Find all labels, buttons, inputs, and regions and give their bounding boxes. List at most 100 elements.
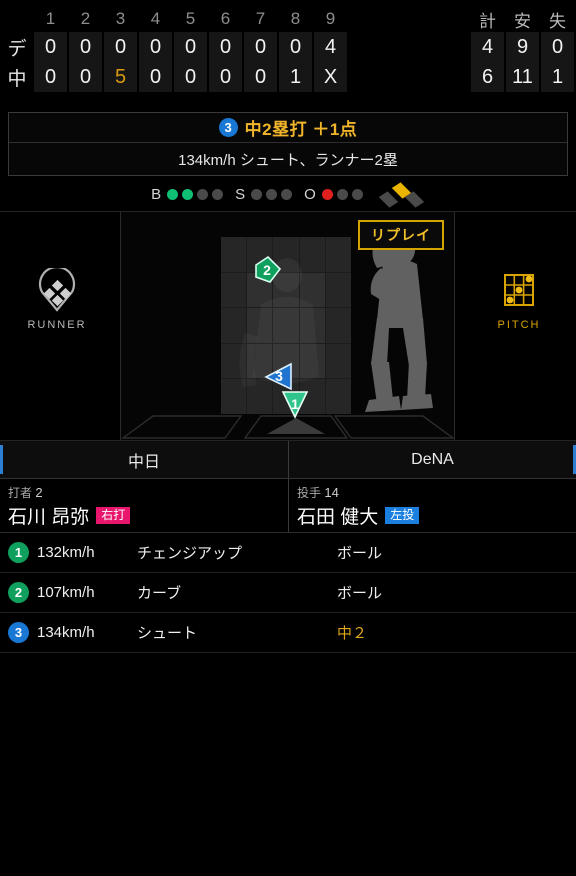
pitch-log-row[interactable]: 2 107km/h カーブ ボール	[0, 573, 576, 613]
batter-role-row: 打者 2	[8, 484, 280, 501]
first-base-indicator	[404, 191, 425, 208]
pitch-log-row[interactable]: 3 134km/h シュート 中２	[0, 613, 576, 653]
score-home-1: 0	[34, 62, 67, 92]
score-away-1: 0	[34, 32, 67, 62]
strike-label: S	[235, 185, 246, 203]
strike-dot-3	[281, 188, 293, 200]
pitch-button-label: PITCH	[497, 319, 541, 331]
pitch-log-number: 2	[8, 582, 29, 603]
event-detail: 134km/h シュート、ランナー2塁	[178, 151, 398, 169]
strike-dot-2	[266, 188, 278, 200]
hits-home: 11	[506, 62, 539, 92]
tab-home-team-label: 中日	[127, 453, 160, 471]
pitcher-name: 石田 健大	[297, 507, 379, 528]
pitch-grid-icon	[504, 274, 534, 306]
score-away-8: 0	[279, 32, 312, 62]
pitch-log-number: 1	[8, 542, 29, 563]
strike-count-group: S	[235, 185, 293, 203]
zone-cell-strike	[247, 308, 273, 343]
pitch-log-result: ボール	[337, 585, 383, 602]
pitch-marker-3[interactable]: 3	[264, 361, 294, 391]
score-home-4: 0	[139, 62, 172, 92]
errors-away: 0	[541, 32, 574, 62]
out-dot-2	[336, 188, 348, 200]
score-away-4: 0	[139, 32, 172, 62]
score-away-5: 0	[174, 32, 207, 62]
tab-home-team[interactable]: 中日	[0, 441, 288, 478]
scoreboard-row-home: 中 0 0 5 0 0 0 0 1 X 6 11 1	[0, 62, 576, 92]
errors-home: 1	[541, 62, 574, 92]
batter-panel[interactable]: 打者 2 石川 昂弥 右打	[0, 479, 288, 532]
pitch-view-button[interactable]: PITCH	[464, 268, 574, 331]
inning-header-9: 9	[325, 9, 336, 28]
hits-header: 安	[514, 11, 531, 31]
score-home-7: 0	[244, 62, 277, 92]
pitch-marker-2-label: 2	[263, 262, 271, 278]
zone-cell	[221, 308, 247, 343]
ball-dot-1	[167, 188, 179, 200]
pitch-marker-1[interactable]: 1	[280, 389, 310, 419]
batter-name: 石川 昂弥	[8, 507, 90, 528]
score-home-8: 1	[279, 62, 312, 92]
team-abbr-away: デ	[7, 38, 27, 60]
pitcher-panel[interactable]: 投手 14 石田 健大 左投	[288, 479, 576, 532]
pitch-log: 1 132km/h チェンジアップ ボール 2 107km/h カーブ ボール …	[0, 533, 576, 653]
score-home-2: 0	[69, 62, 102, 92]
third-base-indicator	[378, 191, 399, 208]
inning-header-7: 7	[255, 9, 266, 28]
score-home-6: 0	[209, 62, 242, 92]
tab-away-team[interactable]: DeNA	[288, 441, 576, 478]
runner-icon	[38, 268, 76, 312]
ball-label: B	[151, 185, 162, 203]
pitch-log-speed: 107km/h	[37, 584, 95, 601]
pitch-view: RUNNER PITCH 1 2 3 リプレイ	[0, 211, 576, 441]
ball-dot-3	[197, 188, 209, 200]
score-away-3: 0	[104, 32, 137, 62]
team-tabs: 中日 DeNA	[0, 441, 576, 479]
zone-cell-strike	[299, 308, 325, 343]
runner-view-button[interactable]: RUNNER	[2, 268, 112, 331]
batter-role-label: 打者	[8, 486, 33, 500]
count-strip: B S O	[0, 179, 576, 209]
zone-cell	[221, 379, 247, 414]
tab-home-accent	[0, 445, 3, 474]
pitcher-name-row: 石田 健大 左投	[297, 502, 568, 529]
zone-cell-strike	[273, 308, 299, 343]
inning-header-5: 5	[185, 9, 196, 28]
ball-dot-4	[212, 188, 224, 200]
replay-button[interactable]: リプレイ	[358, 220, 444, 250]
base-diamond-icon	[378, 182, 425, 208]
ball-count-group: B	[151, 185, 224, 203]
batter-silhouette	[365, 224, 433, 412]
pitch-log-type: チェンジアップ	[137, 545, 243, 562]
errors-header: 失	[549, 11, 566, 31]
inning-header-8: 8	[290, 9, 301, 28]
tab-away-team-label: DeNA	[411, 450, 454, 468]
out-label: O	[304, 185, 316, 203]
scoreboard-header-row: 1 2 3 4 5 6 7 8 9 計 安 失	[0, 6, 576, 32]
score-home-9: X	[314, 62, 347, 92]
pitch-marker-1-label: 1	[291, 396, 299, 412]
inning-header-6: 6	[220, 9, 231, 28]
pitch-log-row[interactable]: 1 132km/h チェンジアップ ボール	[0, 533, 576, 573]
pitch-log-speed: 134km/h	[37, 624, 95, 641]
score-away-9: 4	[314, 32, 347, 62]
hits-away: 9	[506, 32, 539, 62]
pitcher-number: 14	[324, 485, 339, 500]
score-home-5: 0	[174, 62, 207, 92]
ball-dot-2	[182, 188, 194, 200]
zone-cell	[299, 237, 325, 272]
batter-hand-badge: 右打	[96, 507, 131, 524]
pitch-log-type: シュート	[137, 625, 198, 642]
pitch-zone-stage[interactable]: 1 2 3 リプレイ	[120, 212, 455, 440]
out-count-group: O	[304, 186, 363, 203]
zone-cell	[221, 343, 247, 379]
pitch-marker-2[interactable]: 2	[252, 255, 282, 285]
inning-header-3: 3	[115, 9, 126, 28]
scoreboard-row-away: デ 0 0 0 0 0 0 0 0 4 4 9 0	[0, 32, 576, 62]
event-pitch-number-badge: 3	[218, 118, 238, 137]
event-panel: 3 中2塁打 ＋1点 134km/h シュート、ランナー2塁	[8, 112, 568, 176]
pitch-log-number: 3	[8, 622, 29, 643]
team-abbr-home: 中	[7, 68, 27, 90]
pitch-marker-3-label: 3	[275, 368, 283, 384]
